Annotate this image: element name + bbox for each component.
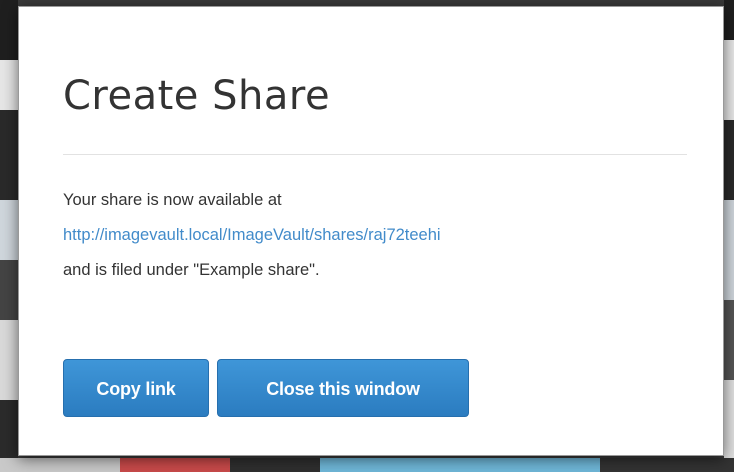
background-left	[0, 0, 18, 472]
dialog-title: Create Share	[63, 73, 331, 119]
dialog-message: Your share is now available at http://im…	[63, 183, 693, 288]
close-window-button[interactable]: Close this window	[217, 359, 469, 417]
dialog-buttons: Copy link Close this window	[63, 359, 469, 417]
title-divider	[63, 154, 687, 155]
share-url-link[interactable]: http://imagevault.local/ImageVault/share…	[63, 226, 441, 244]
message-line-filed: and is filed under "Example share".	[63, 261, 320, 279]
background-bottom	[0, 458, 734, 472]
create-share-dialog: Create Share Your share is now available…	[18, 6, 724, 456]
message-line-available: Your share is now available at	[63, 191, 282, 209]
copy-link-button[interactable]: Copy link	[63, 359, 209, 417]
background-right	[724, 0, 734, 472]
